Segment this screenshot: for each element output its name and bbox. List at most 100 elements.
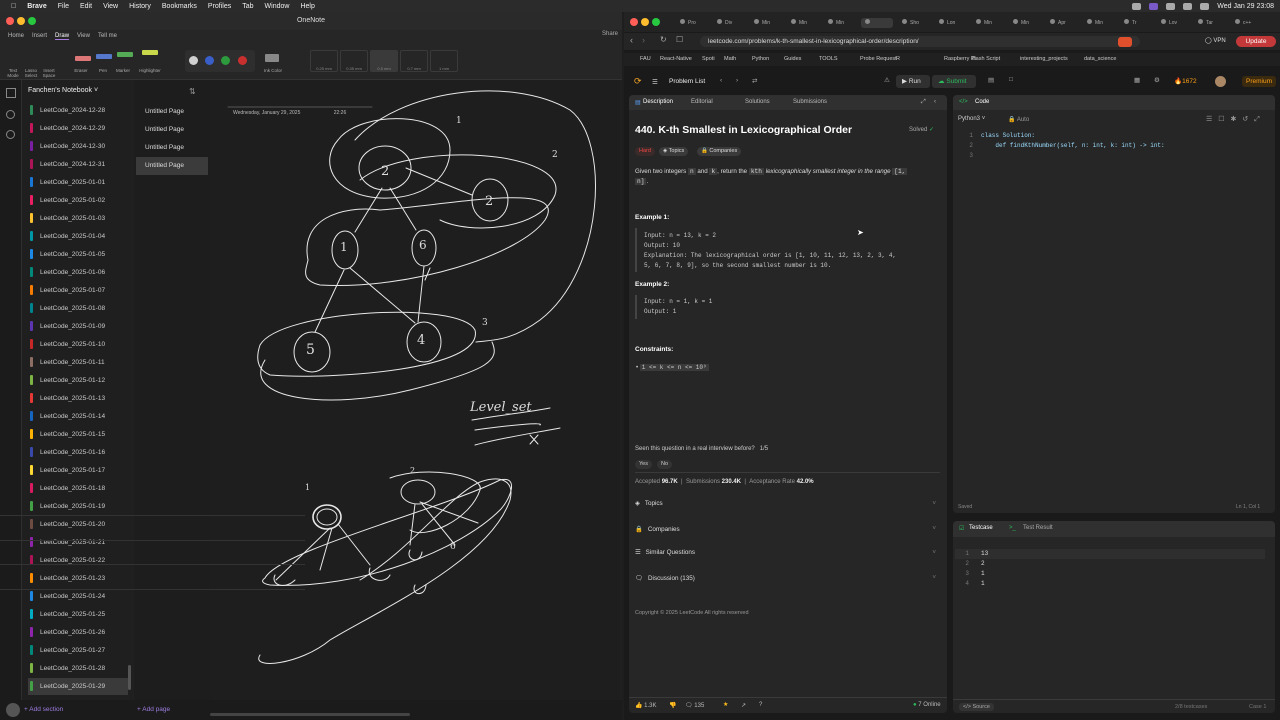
update-button[interactable]: Update [1236,36,1276,47]
browser-tab[interactable]: Tr [1120,18,1152,28]
section-item[interactable]: LeetCode_2025-01-01 [28,174,128,191]
section-item[interactable]: LeetCode_2025-01-21 [28,534,128,551]
accordion-discussion[interactable]: 🗨 Discussion (135) ˅ [635,574,940,582]
problem-list-link[interactable]: Problem List [669,78,705,85]
note-canvas[interactable] [210,80,620,712]
ribbon-tab-tell-me[interactable]: Tell me [98,33,117,39]
marker-tool[interactable]: Marker [114,68,132,73]
timer-icon[interactable]: □ [1009,76,1013,83]
search-icon[interactable] [6,110,15,119]
notebook-name[interactable]: Fanchen's Notebook ˅ [28,87,98,94]
brave-shields-icon[interactable] [1118,37,1132,47]
section-item[interactable]: LeetCode_2025-01-12 [28,372,128,389]
section-item[interactable]: LeetCode_2024-12-29 [28,120,128,137]
browser-tab[interactable]: Apr [1046,18,1078,28]
section-item[interactable]: LeetCode_2025-01-24 [28,588,128,605]
debug-icon[interactable]: ⚠ [884,76,890,84]
section-item[interactable]: LeetCode_2025-01-22 [28,552,128,569]
browser-tab[interactable]: Tar [1194,18,1226,28]
pen-size-option[interactable]: 1 mm [430,50,458,72]
tab-editorial[interactable]: Editorial [691,99,713,105]
leetcode-logo-icon[interactable]: ⟳ [634,76,642,87]
interview-no-button[interactable]: No [657,460,673,469]
zoom-window-button[interactable] [652,18,660,26]
section-item[interactable]: LeetCode_2025-01-09 [28,318,128,335]
section-item[interactable]: LeetCode_2024-12-28 [28,102,128,119]
collapse-icon[interactable]: ‹ [934,99,936,105]
ribbon-tab-draw[interactable]: Draw [55,33,70,40]
submit-button[interactable]: ☁ Submit [932,75,976,88]
pen-size-option[interactable]: 0.25 mm [310,50,338,72]
vpn-button[interactable]: ◯ VPN [1205,37,1226,44]
section-item[interactable]: LeetCode_2025-01-27 [28,642,128,659]
recent-icon[interactable] [6,130,15,139]
bookmark-item[interactable]: Math [724,56,736,62]
tab-description[interactable]: Description [643,99,673,105]
close-window-button[interactable] [6,17,14,25]
reload-button[interactable]: ↻ [660,35,667,44]
section-item[interactable]: LeetCode_2025-01-25 [28,606,128,623]
lasso-select-tool[interactable]: Lasso Select [22,68,40,78]
browser-tab[interactable]: Min [1083,18,1115,28]
editor-actions[interactable]: ☰☐✱↺⤢ [1206,115,1266,124]
browser-tab[interactable]: Sho [898,18,930,28]
browser-tab[interactable]: Lon [935,18,967,28]
menu-file[interactable]: File [58,3,69,10]
red-pen-swatch[interactable] [238,56,247,65]
pen-size-option[interactable]: 0.35 mm [340,50,368,72]
bookmark-item[interactable]: Spoti [702,56,715,62]
menu-help[interactable]: Help [300,3,314,10]
browser-tab[interactable]: Min [972,18,1004,28]
sort-pages-icon[interactable]: ⇅ [189,87,196,96]
accordion-similar[interactable]: ☰ Similar Questions ˅ [635,549,940,556]
status-icon[interactable] [1149,2,1159,10]
section-item[interactable]: LeetCode_2025-01-19 [28,498,128,515]
next-problem-button[interactable]: › [736,77,738,84]
add-section-button[interactable]: + Add section [24,706,63,713]
forward-button[interactable]: › [642,35,645,45]
tab-solutions[interactable]: Solutions [745,99,770,105]
expand-icon[interactable]: ⤢ [921,99,926,106]
menu-history[interactable]: History [129,3,151,10]
bookmark-item[interactable]: R [896,56,900,62]
section-item[interactable]: LeetCode_2025-01-18 [28,480,128,497]
share-button[interactable]: Share [568,31,618,41]
help-icon[interactable]: ? [759,702,762,708]
section-item[interactable]: LeetCode_2025-01-04 [28,228,128,245]
section-item[interactable]: LeetCode_2025-01-15 [28,426,128,443]
user-avatar[interactable] [1215,76,1226,87]
bookmark-item[interactable]: TOOLS [819,56,838,62]
ink-color-button[interactable]: Ink Color [262,68,284,73]
wifi-icon[interactable] [1183,2,1193,10]
minimize-window-button[interactable] [17,17,25,25]
status-icon[interactable] [1132,2,1142,10]
bookmark-item[interactable]: Python [752,56,769,62]
browser-tab[interactable]: Min [824,18,856,28]
browser-tab[interactable]: Min [1009,18,1041,28]
ribbon-tab-insert[interactable]: Insert [32,33,47,39]
menu-window[interactable]: Window [265,3,290,10]
section-item[interactable]: LeetCode_2025-01-13 [28,390,128,407]
accordion-topics[interactable]: ◈ Topics ˅ [635,500,940,507]
section-item[interactable]: LeetCode_2025-01-02 [28,192,128,209]
code-editor[interactable]: 1 class Solution: 2 def findKthNumber(self… [955,131,1265,161]
sections-scrollbar[interactable] [128,665,131,690]
apple-icon[interactable]:  [11,3,16,10]
section-item[interactable]: LeetCode_2025-01-10 [28,336,128,353]
section-item[interactable]: LeetCode_2025-01-23 [28,570,128,587]
section-item[interactable]: LeetCode_2024-12-31 [28,156,128,173]
menu-view[interactable]: View [103,3,118,10]
pen-size-option-selected[interactable]: 0.5 mm [370,50,398,72]
page-item[interactable]: Untitled Page [136,103,208,121]
share-icon[interactable]: ↗ [741,702,746,709]
pen-tool[interactable]: Pen [94,68,112,73]
page-item[interactable]: Untitled Page [136,157,208,175]
tab-test-result[interactable]: Test Result [1023,525,1053,531]
dislike-button[interactable]: 👎 [669,702,676,709]
eraser-tool[interactable]: Eraser [72,68,90,73]
section-item[interactable]: LeetCode_2025-01-08 [28,300,128,317]
section-item[interactable]: LeetCode_2025-01-14 [28,408,128,425]
bookmark-icon[interactable]: ☐ [676,35,683,44]
bookmark-item[interactable]: Guides [784,56,801,62]
highlighter-tool[interactable]: Highlighter [138,68,162,73]
